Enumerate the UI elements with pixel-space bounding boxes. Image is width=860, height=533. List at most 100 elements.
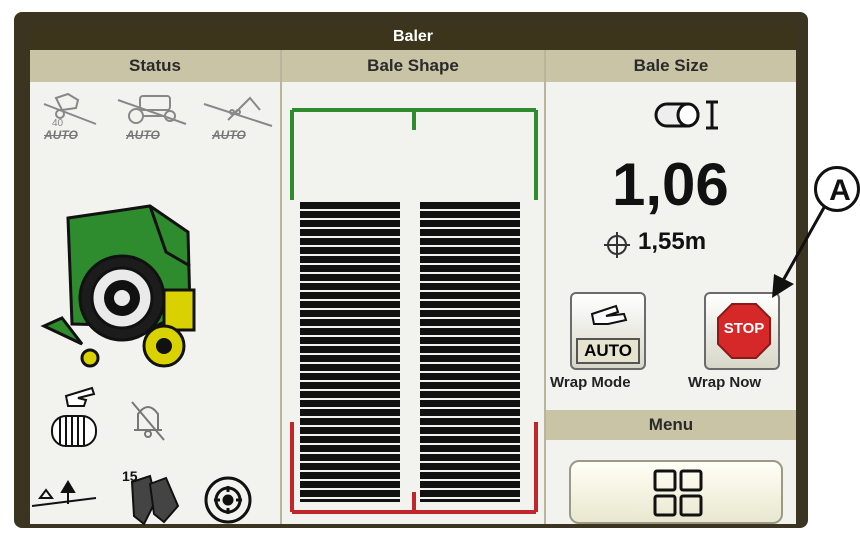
bale-slat-right [420, 409, 520, 416]
bale-slat-right [420, 229, 520, 236]
window-title: Baler [30, 25, 796, 49]
bale-slat-left [300, 391, 400, 398]
menu-button[interactable] [569, 460, 783, 524]
bale-slat-left [300, 400, 400, 407]
grid-menu-icon [653, 469, 703, 517]
bale-slat-right [420, 436, 520, 443]
bale-size-header: Bale Size [546, 50, 796, 82]
bale-slat-right [420, 283, 520, 290]
bale-slat-right [420, 355, 520, 362]
stop-sign-label: STOP [723, 320, 765, 337]
bale-slat-right [420, 364, 520, 371]
bale-slat-right [420, 391, 520, 398]
callout-marker: A [814, 166, 860, 212]
bale-slat-right [420, 346, 520, 353]
bale-slat-right [420, 463, 520, 470]
auto-status-2: AUTO [112, 90, 192, 150]
bale-slat-right [420, 211, 520, 218]
bale-slat-right [420, 301, 520, 308]
bale-slat-right [420, 238, 520, 245]
cylinder-bale-icon [654, 100, 718, 130]
bale-slat-right [420, 310, 520, 317]
bale-size-value: 1,06 [612, 151, 729, 218]
bale-slat-left [300, 499, 400, 502]
bale-slat-right [420, 220, 520, 227]
bale-slat-right [420, 265, 520, 272]
bale-slat-left [300, 481, 400, 488]
pickup-raise-icon[interactable] [30, 472, 100, 516]
bale-slat-right [420, 274, 520, 281]
bale-slat-left [300, 445, 400, 452]
bale-slat-left [300, 337, 400, 344]
bale-counter-icon[interactable] [46, 382, 102, 450]
wrap-mode-label: Wrap Mode [550, 374, 631, 391]
knife-count-icon[interactable] [126, 472, 186, 528]
status-header: Status [30, 50, 280, 82]
bale-slat-left [300, 427, 400, 434]
bale-slat-left [300, 229, 400, 236]
bale-slat-right [420, 418, 520, 425]
bale-slat-right [420, 499, 520, 502]
bale-shape-bars [300, 202, 520, 502]
bale-slat-left [300, 373, 400, 380]
bale-slat-right [420, 427, 520, 434]
auto-status-1: 40 AUTO [34, 90, 106, 150]
bale-slat-right [420, 400, 520, 407]
auto-label-3: AUTO [212, 128, 246, 142]
bale-slat-right [420, 337, 520, 344]
bale-slat-right [420, 472, 520, 479]
bale-slat-right [420, 454, 520, 461]
bale-slat-left [300, 310, 400, 317]
bale-slat-left [300, 283, 400, 290]
baler-panel: Status Bale Shape Bale Size 40 AUTO AUTO [30, 50, 796, 526]
bale-slat-left [300, 418, 400, 425]
bale-slat-left [300, 382, 400, 389]
tractor-auto-icon [117, 95, 187, 125]
auto-label-2: AUTO [126, 128, 160, 142]
bale-slat-left [300, 220, 400, 227]
bale-shape-header: Bale Shape [282, 50, 544, 82]
pickup-auto-icon: 40 [43, 92, 97, 129]
bale-slat-left [300, 328, 400, 335]
wrap-auto-icon [203, 96, 273, 127]
bale-slat-right [420, 382, 520, 389]
column-divider-1 [280, 50, 282, 524]
bale-slat-left [300, 364, 400, 371]
bale-slat-left [300, 436, 400, 443]
bale-slat-left [300, 409, 400, 416]
bale-slat-left [300, 346, 400, 353]
wrap-mode-auto-label: AUTO [576, 338, 640, 364]
bale-slat-left [300, 301, 400, 308]
bale-slat-right [420, 292, 520, 299]
bale-slat-right [420, 373, 520, 380]
baler-machine-icon [40, 204, 196, 368]
bale-slat-right [420, 445, 520, 452]
callout-label: A [829, 174, 851, 207]
bale-slat-left [300, 256, 400, 263]
diameter-icon [604, 232, 630, 258]
bale-slat-right [420, 256, 520, 263]
bale-slat-left [300, 355, 400, 362]
menu-header: Menu [546, 410, 796, 440]
bale-slat-left [300, 274, 400, 281]
bale-slat-left [300, 202, 400, 209]
bale-slat-left [300, 490, 400, 497]
column-divider-2 [544, 50, 546, 524]
bale-slat-right [420, 202, 520, 209]
auto-label-1: AUTO [44, 128, 78, 142]
bale-slat-right [420, 481, 520, 488]
bale-slat-left [300, 319, 400, 326]
bale-slat-left [300, 238, 400, 245]
bale-slat-right [420, 328, 520, 335]
bale-slat-left [300, 472, 400, 479]
bale-slat-left [300, 454, 400, 461]
bale-slat-left [300, 265, 400, 272]
auto-status-3: AUTO [198, 90, 278, 150]
bell-muted-icon[interactable] [126, 394, 170, 444]
wrap-now-label: Wrap Now [688, 374, 762, 391]
bale-slat-right [420, 247, 520, 254]
bale-slat-left [300, 247, 400, 254]
net-roll-icon[interactable] [200, 472, 256, 528]
wrap-mode-button[interactable]: AUTO [570, 292, 646, 370]
bale-diameter-value: 1,55m [638, 228, 707, 255]
